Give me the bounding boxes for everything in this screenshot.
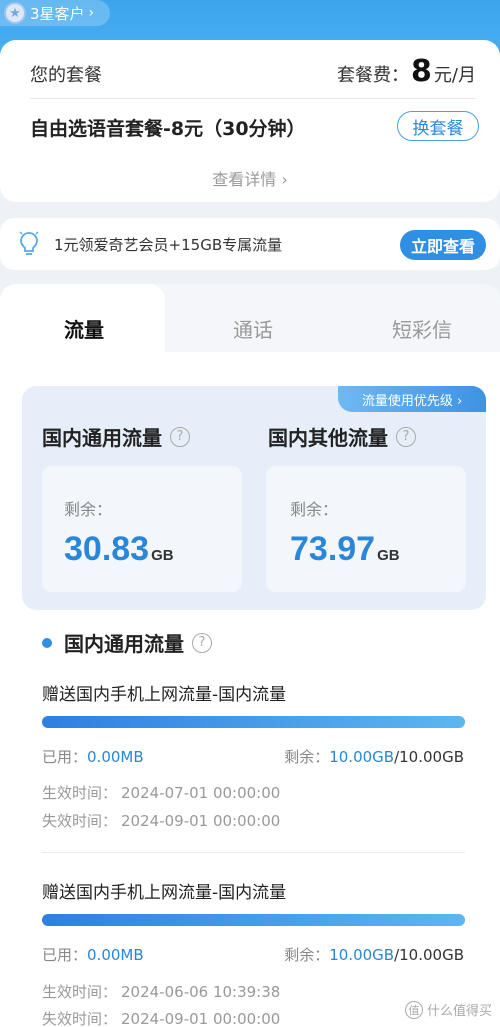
section-heading: 国内通用流量 ? bbox=[42, 628, 212, 657]
plan-label: 您的套餐 bbox=[30, 65, 102, 86]
other-remaining-number: 73.97 bbox=[290, 530, 376, 568]
tab-calls[interactable]: 通话 bbox=[193, 314, 313, 343]
used-label: 已用： bbox=[42, 748, 88, 766]
remaining-label: 剩余： bbox=[284, 946, 330, 964]
package-title: 赠送国内手机上网流量-国内流量 bbox=[42, 685, 287, 705]
total-value: /10.00GB bbox=[394, 946, 464, 964]
start-time: 生效时间： 2024-06-06 10:39:38 bbox=[42, 981, 280, 1002]
other-data-box bbox=[266, 466, 466, 592]
plan-fee-label: 套餐费： bbox=[337, 65, 410, 86]
bullet-dot bbox=[42, 637, 52, 648]
end-value: 2024-09-01 00:00:00 bbox=[121, 1010, 281, 1027]
end-value: 2024-09-01 00:00:00 bbox=[121, 812, 281, 830]
help-icon[interactable]: ? bbox=[396, 426, 416, 447]
used-value: 0.00MB bbox=[87, 748, 144, 766]
help-icon[interactable]: ? bbox=[192, 632, 212, 653]
package-remaining: 剩余：10.00GB/10.00GB bbox=[284, 746, 464, 767]
general-data-box bbox=[42, 466, 242, 592]
general-data-title: 国内通用流量 ? bbox=[42, 422, 190, 451]
data-priority-button[interactable]: 流量使用优先级 › bbox=[338, 386, 486, 412]
remaining-value: 10.00GB bbox=[329, 748, 395, 766]
package-used: 已用：0.00MB bbox=[42, 746, 144, 767]
start-value: 2024-06-06 10:39:38 bbox=[121, 983, 281, 1001]
other-data-title: 国内其他流量 ? bbox=[268, 422, 416, 451]
star-icon: ★ bbox=[4, 2, 26, 24]
end-label: 失效时间： bbox=[42, 1010, 118, 1027]
package-progress-bar bbox=[42, 716, 465, 728]
plan-fee-unit: 元/月 bbox=[433, 65, 476, 86]
plan-name: 自由选语音套餐-8元（30分钟） bbox=[30, 118, 306, 140]
view-details-link[interactable]: 查看详情 › bbox=[0, 166, 500, 190]
customer-level-label: 3星客户 bbox=[30, 4, 85, 23]
watermark: 值 什么值得买 bbox=[404, 1000, 492, 1019]
package-used: 已用：0.00MB bbox=[42, 944, 144, 965]
watermark-text: 什么值得买 bbox=[426, 1004, 492, 1019]
end-label: 失效时间： bbox=[42, 812, 118, 830]
plan-divider bbox=[30, 98, 476, 99]
package-separator bbox=[42, 852, 465, 853]
remaining-label: 剩余： bbox=[284, 748, 330, 766]
end-time: 失效时间： 2024-09-01 00:00:00 bbox=[42, 1008, 280, 1027]
other-remaining-value: 73.97 GB bbox=[290, 530, 400, 569]
tab-sms[interactable]: 短彩信 bbox=[362, 314, 482, 343]
end-time: 失效时间： 2024-09-01 00:00:00 bbox=[42, 810, 280, 831]
used-label: 已用： bbox=[42, 946, 88, 964]
total-value: /10.00GB bbox=[394, 748, 464, 766]
start-value: 2024-07-01 00:00:00 bbox=[121, 784, 281, 802]
help-icon[interactable]: ? bbox=[170, 426, 190, 447]
plan-header-row: 您的套餐 套餐费：8 元/月 bbox=[30, 54, 476, 89]
promo-text: 1元领爱奇艺会员+15GB专属流量 bbox=[54, 236, 283, 254]
general-remaining-number: 30.83 bbox=[64, 530, 150, 568]
used-value: 0.00MB bbox=[87, 946, 144, 964]
general-remaining-label: 剩余： bbox=[64, 500, 113, 519]
switch-plan-button[interactable]: 换套餐 bbox=[397, 111, 479, 141]
general-remaining-value: 30.83 GB bbox=[64, 530, 174, 569]
general-data-title-text: 国内通用流量 bbox=[42, 426, 162, 450]
plan-fee: 套餐费：8 元/月 bbox=[337, 54, 476, 89]
package-progress-bar bbox=[42, 914, 465, 926]
lightbulb-icon bbox=[19, 231, 39, 255]
start-label: 生效时间： bbox=[42, 784, 118, 802]
package-title: 赠送国内手机上网流量-国内流量 bbox=[42, 883, 287, 903]
start-time: 生效时间： 2024-07-01 00:00:00 bbox=[42, 782, 280, 803]
other-remaining-unit: GB bbox=[377, 547, 400, 564]
remaining-value: 10.00GB bbox=[329, 946, 395, 964]
tab-data[interactable]: 流量 bbox=[24, 314, 144, 343]
view-now-button[interactable]: 立即查看 bbox=[400, 230, 486, 260]
other-data-title-text: 国内其他流量 bbox=[268, 426, 388, 450]
general-remaining-unit: GB bbox=[151, 547, 174, 564]
plan-fee-amount: 8 bbox=[411, 54, 432, 89]
watermark-logo-icon: 值 bbox=[404, 1000, 423, 1019]
package-remaining: 剩余：10.00GB/10.00GB bbox=[284, 944, 464, 965]
other-remaining-label: 剩余： bbox=[290, 500, 339, 519]
chevron-right-icon: › bbox=[88, 5, 95, 21]
customer-level-badge[interactable]: ★ 3星客户 › bbox=[0, 0, 110, 26]
start-label: 生效时间： bbox=[42, 983, 118, 1001]
section-heading-text: 国内通用流量 bbox=[64, 632, 184, 656]
